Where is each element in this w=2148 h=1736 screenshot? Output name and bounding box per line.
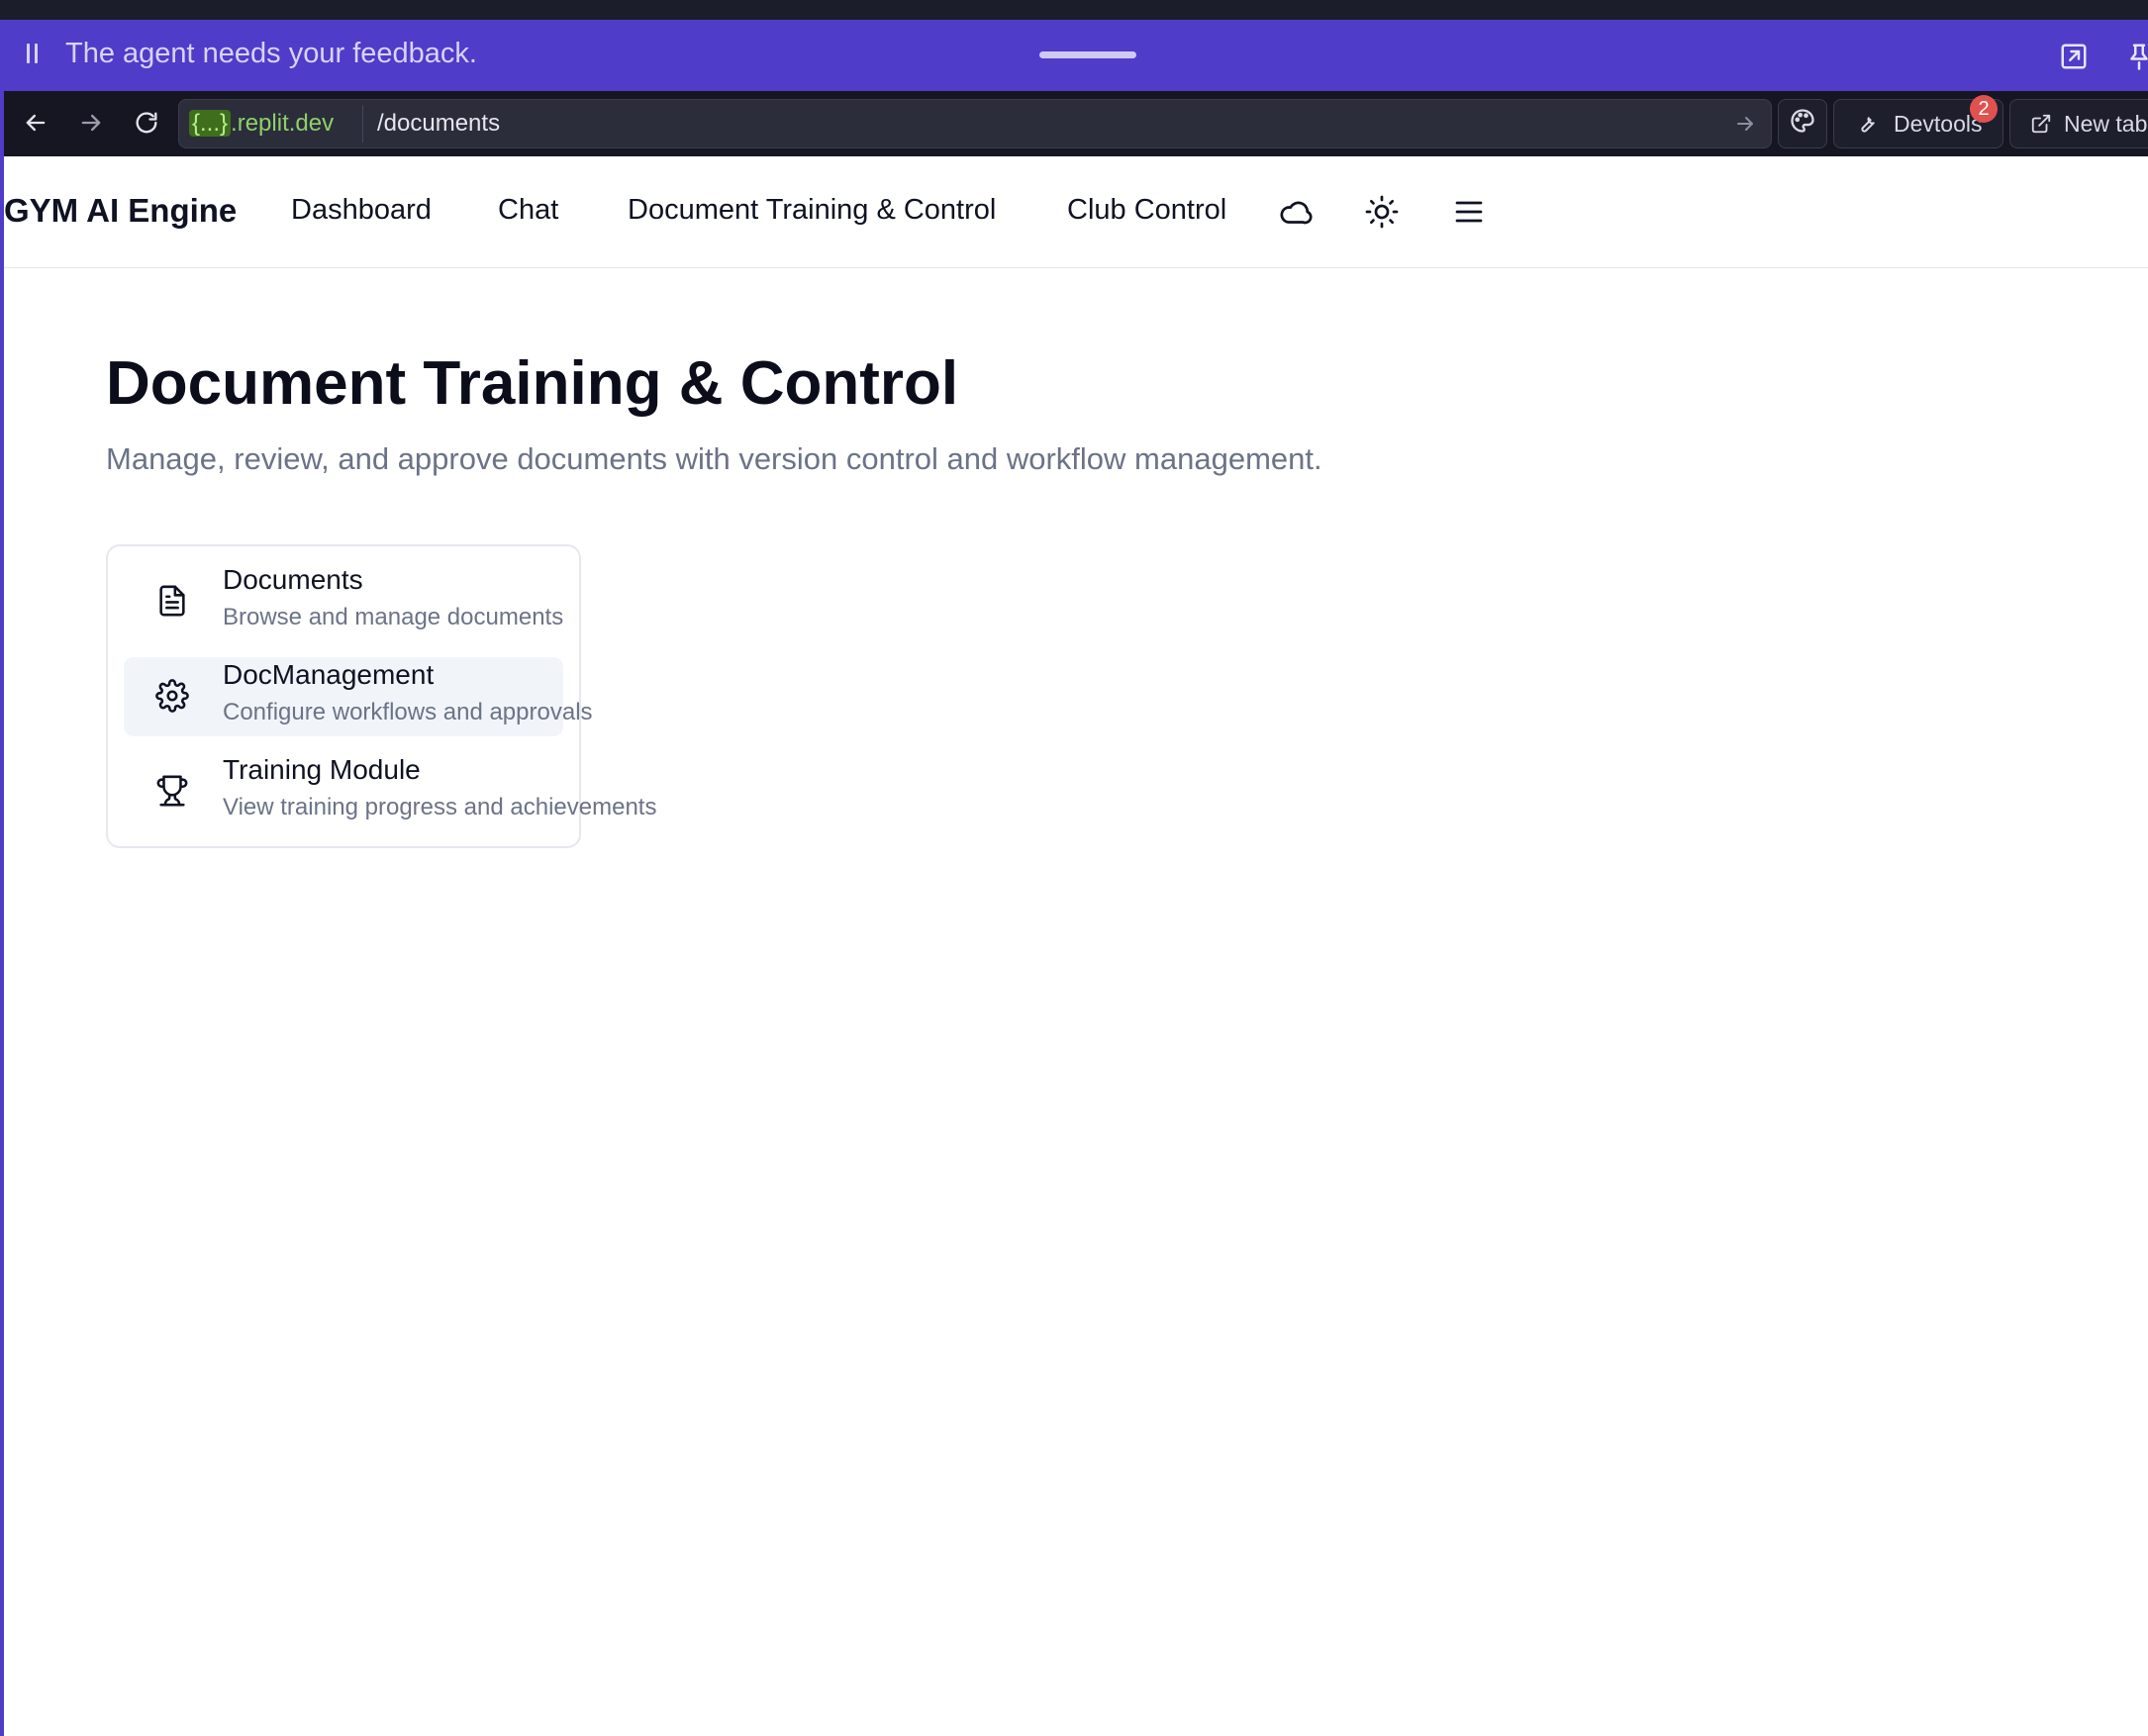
drag-handle-icon[interactable] bbox=[24, 42, 44, 65]
menu-item-documents[interactable]: Documents Browse and manage documents bbox=[124, 562, 563, 641]
devtools-count-badge: 2 bbox=[1970, 95, 1998, 123]
nav-club-control[interactable]: Club Control bbox=[1067, 194, 1226, 227]
back-arrow-icon[interactable] bbox=[18, 105, 53, 141]
nav-chat[interactable]: Chat bbox=[498, 194, 558, 227]
open-external-icon[interactable] bbox=[2059, 42, 2089, 71]
trophy-icon bbox=[155, 774, 189, 808]
cloud-icon[interactable] bbox=[1277, 194, 1313, 230]
url-host-highlight: {...} bbox=[189, 110, 232, 137]
pin-icon[interactable] bbox=[2124, 42, 2148, 71]
sun-icon[interactable] bbox=[1364, 194, 1400, 230]
menu-item-title: DocManagement bbox=[223, 659, 435, 690]
palette-icon bbox=[1789, 107, 1816, 141]
url-host: {...} .replit.dev bbox=[185, 105, 363, 143]
url-host-domain: .replit.dev bbox=[231, 110, 335, 137]
brand-logo-text[interactable]: GYM AI Engine bbox=[4, 192, 237, 230]
new-tab-label: New tab bbox=[2064, 110, 2148, 137]
agent-feedback-message: The agent needs your feedback. bbox=[65, 38, 477, 69]
menu-item-description: View training progress and achievements bbox=[223, 794, 657, 820]
banner-grip-handle[interactable] bbox=[1039, 51, 1136, 58]
reload-icon[interactable] bbox=[129, 105, 164, 141]
forward-arrow-icon[interactable] bbox=[73, 105, 109, 141]
page-subtitle: Manage, review, and approve documents wi… bbox=[106, 441, 1322, 476]
menu-item-description: Configure workflows and approvals bbox=[223, 699, 593, 725]
menu-item-title: Training Module bbox=[223, 754, 421, 785]
menu-item-description: Browse and manage documents bbox=[223, 604, 564, 630]
app-header: GYM AI Engine Dashboard Chat Document Tr… bbox=[4, 156, 2148, 268]
file-text-icon bbox=[155, 584, 189, 618]
wrench-icon bbox=[1854, 112, 1878, 136]
nav-document-training[interactable]: Document Training & Control bbox=[628, 194, 996, 227]
agent-feedback-banner: The agent needs your feedback. bbox=[0, 20, 2148, 91]
window-frame-edge bbox=[0, 20, 4, 1736]
menu-item-training-module[interactable]: Training Module View training progress a… bbox=[124, 752, 656, 831]
external-link-icon bbox=[2030, 113, 2052, 135]
new-tab-button[interactable]: New tab bbox=[2009, 99, 2148, 148]
browser-toolbar: {...} .replit.dev /documents Devtools New… bbox=[4, 91, 2148, 156]
menu-item-title: Documents bbox=[223, 564, 363, 595]
url-path: /documents bbox=[377, 110, 501, 137]
go-arrow-icon[interactable] bbox=[1733, 112, 1757, 136]
window-top-strip bbox=[0, 0, 2148, 20]
document-menu-card: Documents Browse and manage documents Do… bbox=[106, 544, 656, 848]
gear-icon bbox=[155, 679, 189, 713]
nav-dashboard[interactable]: Dashboard bbox=[291, 194, 432, 227]
menu-item-docmanagement[interactable]: DocManagement Configure workflows and ap… bbox=[124, 657, 593, 736]
theme-palette-button[interactable] bbox=[1778, 99, 1827, 148]
hamburger-menu-icon[interactable] bbox=[1451, 194, 1487, 230]
address-bar[interactable]: {...} .replit.dev /documents bbox=[178, 99, 1772, 148]
page-title: Document Training & Control bbox=[106, 349, 959, 418]
devtools-label: Devtools bbox=[1894, 110, 1983, 137]
